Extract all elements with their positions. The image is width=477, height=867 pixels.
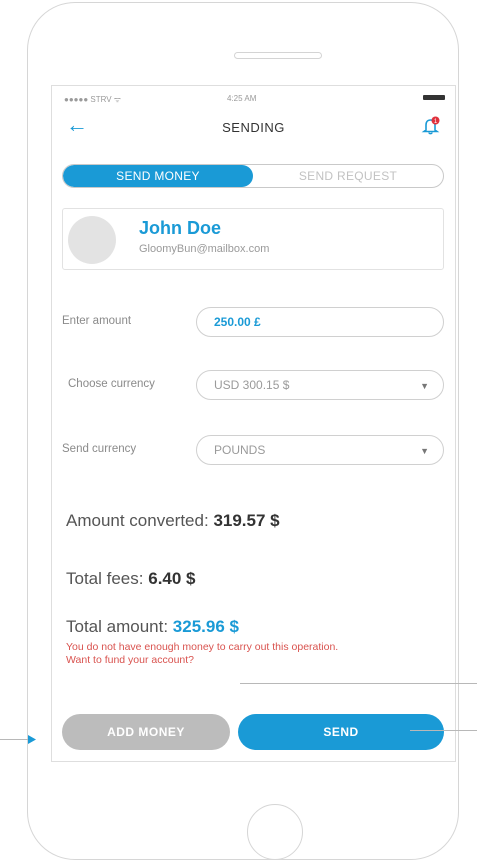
send-button[interactable]: SEND	[238, 714, 444, 750]
amount-converted-label: Amount converted:	[66, 511, 209, 530]
insufficient-funds-warning: You do not have enough money to carry ou…	[66, 641, 451, 667]
amount-input[interactable]: 250.00 £	[196, 307, 444, 337]
recipient-card[interactable]: John Doe GloomyBun@mailbox.com	[62, 208, 444, 270]
total-fees: Total fees: 6.40 $	[66, 569, 196, 589]
total-amount-value: 325.96 $	[172, 617, 239, 636]
choose-currency-label: Choose currency	[68, 378, 155, 390]
avatar	[68, 216, 116, 264]
speaker-grille	[234, 52, 322, 59]
total-fees-value: 6.40 $	[148, 569, 196, 588]
page-title: SENDING	[222, 120, 285, 135]
chevron-down-icon: ▼	[420, 381, 429, 391]
battery-icon	[423, 95, 445, 100]
arrow-right-icon	[28, 735, 36, 744]
total-amount: Total amount: 325.96 $	[66, 617, 239, 637]
annotation-line-send	[410, 730, 477, 731]
add-money-button[interactable]: ADD MONEY	[62, 714, 230, 750]
status-time: 4:25 AM	[227, 94, 257, 103]
carrier-label: ●●●●● STRV ᯤ	[64, 95, 122, 104]
total-amount-label: Total amount:	[66, 617, 169, 636]
status-bar: ●●●●● STRV ᯤ 4:25 AM	[52, 86, 455, 108]
nav-bar: ← SENDING 1	[52, 108, 455, 150]
recipient-email: GloomyBun@mailbox.com	[139, 243, 270, 255]
warning-message: You do not have enough money to carry ou…	[66, 641, 339, 653]
choose-currency-row: Choose currency USD 300.15 $ ▼	[62, 370, 444, 402]
annotation-line-warning	[240, 683, 477, 684]
home-button[interactable]	[247, 804, 303, 860]
send-mode-toggle: SEND MONEY SEND REQUEST	[62, 164, 444, 188]
tab-send-money[interactable]: SEND MONEY	[63, 165, 253, 187]
amount-row: Enter amount 250.00 £	[62, 307, 444, 339]
total-fees-label: Total fees:	[66, 569, 144, 588]
amount-converted-value: 319.57 $	[213, 511, 280, 530]
amount-converted: Amount converted: 319.57 $	[66, 511, 280, 531]
send-currency-value: POUNDS	[214, 443, 266, 457]
amount-label: Enter amount	[62, 315, 132, 327]
choose-currency-value: USD 300.15 $	[214, 378, 290, 392]
tab-send-request[interactable]: SEND REQUEST	[253, 165, 443, 187]
chevron-down-icon: ▼	[420, 446, 429, 456]
send-currency-label: Send currency	[62, 443, 137, 455]
bell-icon[interactable]: 1	[421, 116, 441, 136]
send-currency-row: Send currency POUNDS ▼	[62, 435, 444, 467]
recipient-name: John Doe	[139, 218, 222, 238]
send-currency-select[interactable]: POUNDS ▼	[196, 435, 444, 465]
fund-account-link[interactable]: Want to fund your account?	[66, 654, 451, 667]
choose-currency-select[interactable]: USD 300.15 $ ▼	[196, 370, 444, 400]
app-screen: ●●●●● STRV ᯤ 4:25 AM ← SENDING 1 SEND MO…	[51, 85, 456, 762]
